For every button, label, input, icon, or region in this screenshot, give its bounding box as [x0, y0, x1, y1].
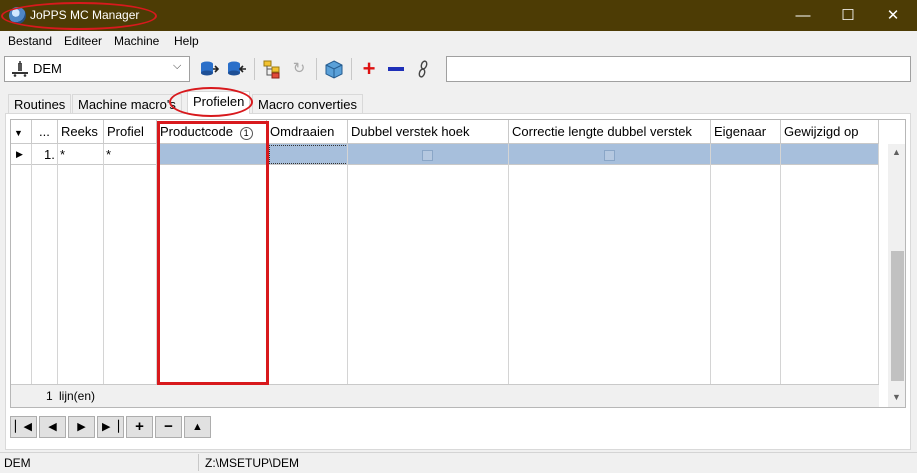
current-row-icon: ▶: [11, 144, 32, 165]
toolbar-separator: [254, 58, 255, 80]
export-db-button[interactable]: [227, 59, 247, 79]
plus-icon: +: [362, 56, 376, 81]
column-header-correctie-lengte[interactable]: Correctie lengte dubbel verstek: [509, 120, 711, 144]
row-indicator-header[interactable]: ▼: [11, 120, 32, 144]
column-header-profiel[interactable]: Profiel: [104, 120, 157, 144]
tab-routines[interactable]: Routines: [8, 94, 72, 114]
plus-icon: +: [135, 418, 144, 435]
scroll-thumb[interactable]: [891, 251, 904, 381]
first-icon: ▏◀: [15, 421, 32, 433]
column-header-index[interactable]: ...: [32, 120, 58, 144]
tab-machine-macros[interactable]: Machine macro's: [72, 94, 182, 114]
insert-record-button[interactable]: +: [126, 416, 153, 438]
scroll-down-icon[interactable]: ▼: [892, 392, 901, 402]
triangle-up-icon: ▲: [192, 421, 203, 433]
column-header-dubbel-verstek-hoek[interactable]: Dubbel verstek hoek: [348, 120, 509, 144]
grid-line: [508, 144, 509, 384]
profiles-grid: ▼ ... Reeks Profiel Productcode 1 Omdraa…: [10, 119, 906, 408]
grid-line: [103, 144, 104, 384]
import-db-button[interactable]: [200, 59, 220, 79]
column-header-reeks[interactable]: Reeks: [58, 120, 104, 144]
grid-footer: [11, 384, 879, 407]
next-icon: ▶: [77, 421, 86, 433]
close-button[interactable]: ✕: [870, 0, 916, 31]
next-record-button[interactable]: ▶: [68, 416, 95, 438]
database-import-icon: [201, 61, 220, 76]
checkbox-correctie-lengte[interactable]: [604, 150, 615, 161]
grid-line: [57, 144, 58, 384]
status-path: Z:\MSETUP\DEM: [205, 456, 300, 470]
minus-icon: −: [164, 418, 173, 435]
column-header-omdraaien[interactable]: Omdraaien: [267, 120, 348, 144]
scroll-up-icon[interactable]: ▲: [892, 147, 901, 157]
column-header-gewijzigd-op[interactable]: Gewijzigd op: [781, 120, 879, 144]
database-export-icon: [228, 61, 246, 76]
link-button[interactable]: [413, 59, 433, 79]
tab-macro-converties[interactable]: Macro converties: [252, 94, 363, 114]
tab-highlight-ellipse: [169, 87, 253, 117]
checkbox-dubbel-verstek-hoek[interactable]: [422, 150, 433, 161]
maximize-button[interactable]: ☐: [825, 0, 871, 31]
grid-line: [878, 144, 879, 384]
menu-machine[interactable]: Machine: [114, 34, 159, 48]
grid-line: [780, 144, 781, 384]
redo-button[interactable]: ↻: [289, 59, 309, 79]
column-header-eigenaar[interactable]: Eigenaar: [711, 120, 781, 144]
machine-select-value: DEM: [33, 61, 62, 76]
toolbar-separator: [316, 58, 317, 80]
productcode-highlight-rect: [157, 121, 269, 385]
remove-button[interactable]: [386, 59, 406, 79]
last-icon: ▶▕: [102, 421, 119, 433]
tree-icon: [263, 60, 280, 79]
delete-record-button[interactable]: −: [155, 416, 182, 438]
menu-bestand[interactable]: Bestand: [8, 34, 52, 48]
status-machine: DEM: [4, 456, 31, 470]
chevron-down-icon: ⌵: [173, 60, 182, 72]
add-button[interactable]: +: [359, 56, 379, 81]
prev-icon: ◀: [48, 421, 57, 433]
footer-row-label: lijn(en): [59, 389, 96, 403]
chain-link-icon: [418, 60, 428, 78]
toolbar-text-field[interactable]: [446, 56, 911, 82]
package-icon: [325, 60, 343, 79]
sort-down-icon: ▼: [14, 128, 23, 138]
toolbar-separator: [351, 58, 352, 80]
grid-line: [31, 144, 32, 384]
machine-select[interactable]: DEM ⌵: [4, 56, 190, 82]
prev-record-button[interactable]: ◀: [39, 416, 66, 438]
status-separator: [198, 454, 199, 471]
minimize-button[interactable]: —: [780, 0, 826, 31]
last-record-button[interactable]: ▶▕: [97, 416, 124, 438]
first-record-button[interactable]: ▏◀: [10, 416, 37, 438]
redo-icon: ↻: [292, 60, 306, 77]
title-highlight-ellipse: [1, 2, 157, 30]
grid-line: [347, 144, 348, 384]
row-number: 1.: [44, 147, 55, 162]
menu-editeer[interactable]: Editeer: [64, 34, 102, 48]
cell-reeks[interactable]: *: [60, 147, 65, 162]
footer-row-count: 1: [46, 389, 53, 403]
machine-icon: [12, 61, 28, 77]
status-bar: [0, 452, 917, 473]
cell-omdraaien-focus[interactable]: [269, 145, 348, 164]
tree-button[interactable]: [262, 59, 282, 79]
menu-help[interactable]: Help: [174, 34, 199, 48]
post-edit-button[interactable]: ▲: [184, 416, 211, 438]
package-button[interactable]: [324, 59, 344, 79]
cell-profiel[interactable]: *: [106, 147, 111, 162]
minus-icon: [388, 67, 404, 71]
grid-line: [710, 144, 711, 384]
